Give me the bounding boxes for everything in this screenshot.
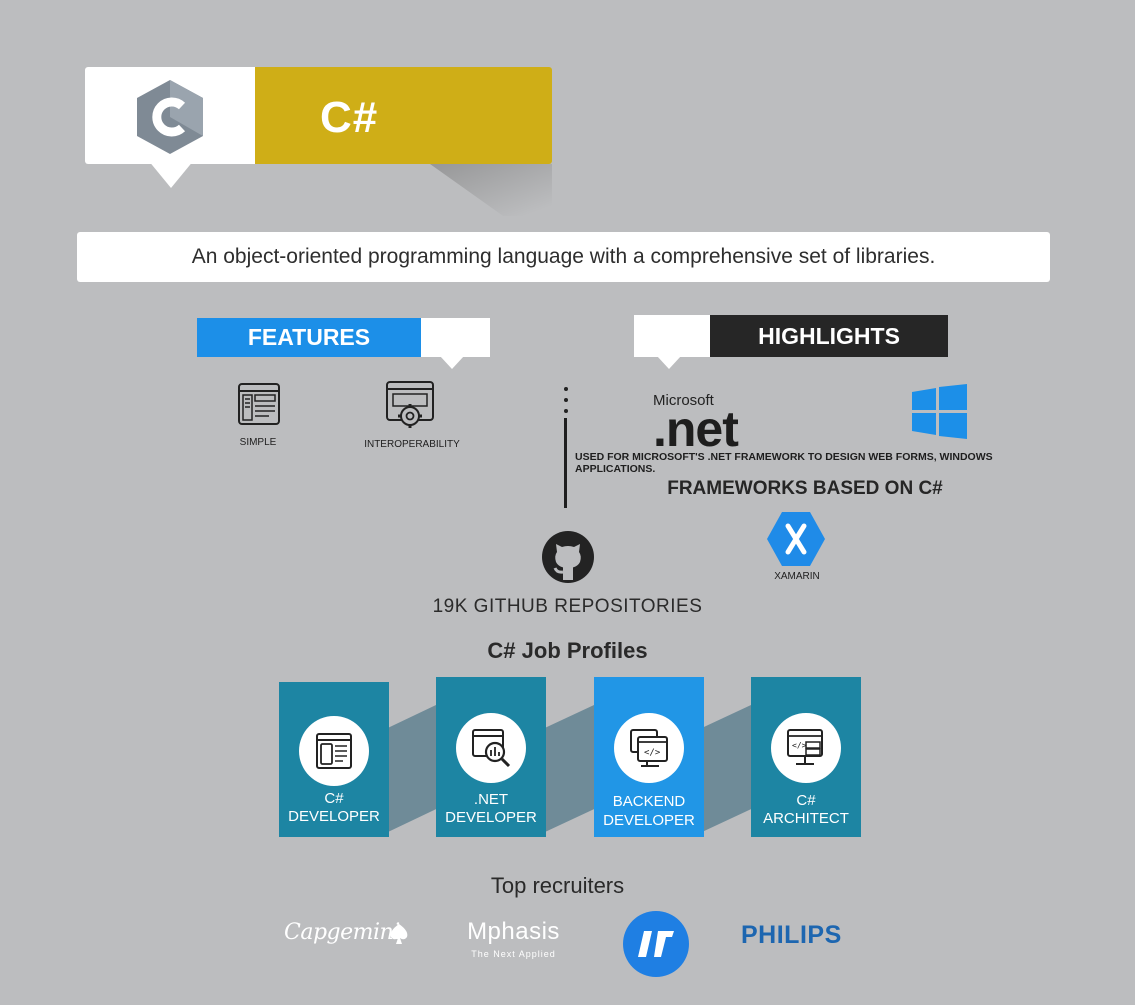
mobile-web-icon [316,733,352,769]
windows-logo-icon [912,384,967,439]
mphasis-tagline: The Next Applied [471,949,556,959]
highlights-banner: HIGHLIGHTS [710,315,948,357]
svg-text:</>: </> [644,748,661,758]
job-title-line2: DEVELOPER [288,808,380,825]
csharp-hexagon-icon [137,80,203,154]
job-icon-circle: </> [614,713,684,783]
job-icon-circle [456,713,526,783]
net-label: .net [653,401,739,457]
features-banner: FEATURES [197,318,421,357]
job-icon-circle: </> [771,713,841,783]
capgemini-logo: Capgemini [284,920,400,945]
simple-window-icon [238,383,280,425]
xamarin-label: XAMARIN [774,571,820,582]
header-pointer [148,160,194,188]
language-title: C# [320,93,379,142]
divider-line [564,418,567,508]
job-title-line1: BACKEND [612,793,686,810]
features-pointer [440,356,464,369]
feature-simple-label: SIMPLE [239,437,277,448]
job-profiles-title: C# Job Profiles [487,638,648,663]
svg-text:</>: </> [792,741,807,750]
job-title-line1: .NET [473,791,509,808]
highlights-banner-tab [634,315,710,357]
gear-window-icon [386,381,434,428]
lt-slash-icon [638,931,674,957]
language-description: An object-oriented programming language … [77,232,1050,282]
job-connector [702,705,751,832]
job-icon-circle [299,716,369,786]
job-card-csharp-developer: C# DEVELOPER [279,682,389,837]
analytics-magnifier-icon [472,729,511,768]
lt-logo [623,911,689,977]
job-title-line2: DEVELOPER [603,812,695,829]
job-connector [545,705,594,832]
header-title-panel [255,67,552,164]
job-title-line2: ARCHITECT [763,810,849,827]
job-card-backend-developer: </> BACKEND DEVELOPER [594,677,704,837]
top-recruiters-title: Top recruiters [490,873,625,898]
job-card-net-developer: .NET DEVELOPER [436,677,546,837]
job-title-line1: C# [796,792,816,809]
capgemini-spade-icon [390,924,408,944]
job-title-line1: C# [324,790,344,807]
job-card-csharp-architect: </> C# ARCHITECT [751,677,861,837]
github-octocat-icon [542,531,594,583]
highlights-pointer [657,356,681,369]
header-shadow [430,164,552,216]
feature-interoperability-label: INTEROPERABILITY [364,439,460,450]
divider-dots [564,387,568,420]
philips-logo: PHILIPS [741,921,842,949]
dotnet-logo: Microsoft .net [653,392,739,457]
features-banner-tab [421,318,490,357]
frameworks-title: FRAMEWORKS BASED ON C# [667,478,943,499]
mphasis-logo: Mphasis [467,918,560,945]
code-server-icon: </> [787,729,823,765]
job-title-line2: DEVELOPER [445,809,537,826]
dotnet-caption: USED FOR MICROSOFT'S .NET FRAMEWORK TO D… [575,451,993,475]
xamarin-logo-icon [767,512,825,566]
github-repositories-label: 19K GITHUB REPOSITORIES [432,596,703,617]
job-connector [388,705,436,832]
code-monitor-icon: </> [630,729,668,767]
